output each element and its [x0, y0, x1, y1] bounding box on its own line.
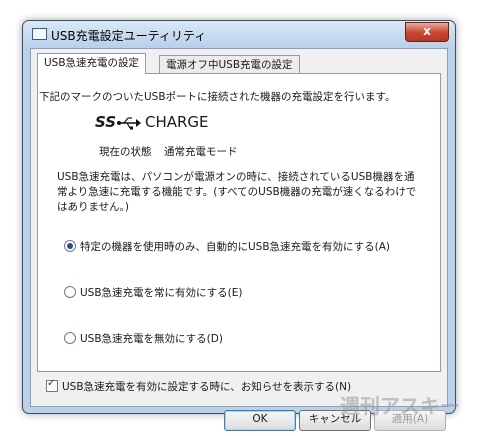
notify-checkbox-row[interactable]: USB急速充電を有効に設定する時に、お知らせを表示する(N)	[46, 378, 352, 394]
window-icon	[32, 28, 47, 40]
radio-button-auto[interactable]	[64, 240, 76, 252]
ok-button[interactable]: OK	[224, 410, 296, 431]
radio-option-always[interactable]: USB急速充電を常に有効にする(E)	[64, 285, 243, 301]
status-value: 通常充電モード	[164, 146, 238, 158]
notify-checkbox[interactable]	[46, 378, 58, 392]
logo-ss-text: SS	[95, 113, 117, 131]
dialog-window: USB充電設定ユーティリティ x USB急速充電の設定 電源オフ中USB充電の設…	[22, 20, 456, 431]
notify-checkbox-label: USB急速充電を有効に設定する時に、お知らせを表示する(N)	[62, 381, 352, 393]
title-bar[interactable]: USB充電設定ユーティリティ x	[23, 21, 455, 47]
logo-charge-text: CHARGE	[145, 113, 209, 131]
radio-label: USB急速充電を無効にする(D)	[80, 333, 223, 345]
radio-label: 特定の機器を使用時のみ、自動的にUSB急速充電を有効にする(A)	[80, 241, 391, 253]
tab-power-off-charge[interactable]: 電源オフ中USB充電の設定	[159, 55, 300, 74]
radio-button-disable[interactable]	[64, 332, 76, 344]
radio-button-always[interactable]	[64, 286, 76, 298]
window-title: USB充電設定ユーティリティ	[51, 29, 207, 43]
close-button[interactable]: x	[405, 22, 449, 42]
radio-option-disable[interactable]: USB急速充電を無効にする(D)	[64, 331, 223, 347]
watermark: 週刊アスキー	[340, 394, 460, 418]
radio-option-auto[interactable]: 特定の機器を使用時のみ、自動的にUSB急速充電を有効にする(A)	[64, 239, 390, 255]
tab-usb-fast-charge[interactable]: USB急速充電の設定	[37, 53, 147, 74]
info-text: USB急速充電は、パソコンが電源オンの時に、接続されているUSB機器を通常より急…	[57, 171, 417, 213]
description-text: 下記のマークのついたUSBポートに接続された機器の充電設定を行います。	[39, 91, 396, 103]
radio-label: USB急速充電を常に有効にする(E)	[80, 287, 243, 299]
status-label: 現在の状態	[99, 146, 152, 158]
dialog-client-area: USB急速充電の設定 電源オフ中USB充電の設定 下記のマークのついたUSBポー…	[30, 48, 448, 431]
usb-trident-icon	[117, 117, 141, 130]
